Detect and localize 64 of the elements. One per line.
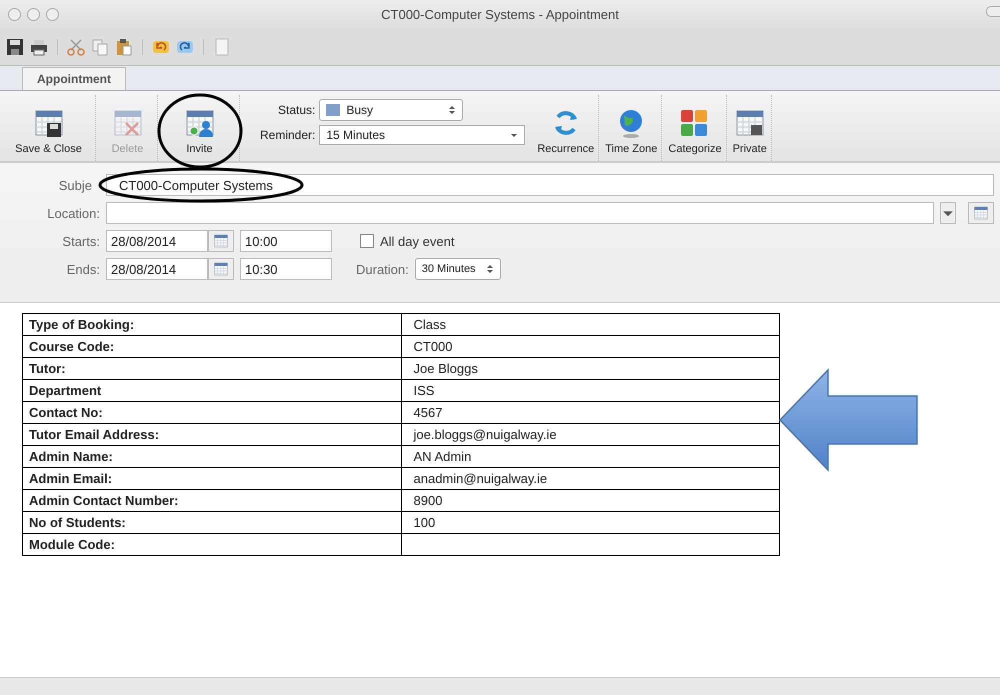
table-cell: 4567 [401,402,780,424]
date-field[interactable]: 28/08/2014 [106,258,208,280]
date-field[interactable]: 28/08/2014 [106,230,208,252]
ribbon-button[interactable]: Private [728,95,772,161]
ribbon-button[interactable]: Save & Close [2,95,96,161]
print-icon[interactable] [30,38,48,56]
status-label: Status: [277,103,316,117]
table-cell: Course Code: [22,336,401,358]
table-cell: Contact No: [22,402,401,424]
subject-field[interactable]: CT000-Computer Systems [106,174,994,196]
location-field[interactable] [106,202,934,224]
table-cell: Joe Bloggs [401,358,780,380]
calendar-button[interactable] [208,258,234,280]
close-button[interactable] [8,8,21,20]
calendar-icon [213,261,229,277]
all-day-checkbox[interactable] [360,234,374,248]
table-cell: 100 [401,512,780,534]
table-cell: ISS [401,380,780,402]
ribbon-button[interactable]: Time Zone [601,95,662,161]
table-cell: Department [22,380,401,402]
status-dropdown[interactable]: Busy [319,99,464,121]
stepper-arrows-icon [448,105,456,115]
stepper-arrows-icon [486,264,494,274]
address-book-button[interactable] [968,202,994,224]
table-cell: AN Admin [401,446,780,468]
calendar-icon [973,205,989,221]
copy-icon[interactable] [91,38,109,56]
table-cell: Admin Name: [22,446,401,468]
cut-icon[interactable] [67,38,85,56]
table-cell: Class [401,314,780,336]
ribbon-button[interactable]: Recurrence [533,95,600,161]
table-cell: Admin Email: [22,468,401,490]
time-field[interactable]: 10:30 [240,258,332,280]
duration-label: Duration: [356,262,409,276]
ribbon-button[interactable]: Categorize [664,95,727,161]
toolbar-toggle-button[interactable] [986,6,1000,17]
table-cell: anadmin@nuigalway.ie [401,468,780,490]
table-cell: joe.bloggs@nuigalway.ie [401,424,780,446]
save-icon[interactable] [6,38,24,56]
window-title: CT000-Computer Systems - Appointment [381,6,619,22]
table-cell: Tutor: [22,358,401,380]
duration-dropdown[interactable]: 30 Minutes [414,258,501,280]
table-cell: Module Code: [22,534,401,556]
calendar-icon [213,233,229,249]
paste-icon[interactable] [115,38,133,56]
reminder-dropdown[interactable]: 15 Minutes [319,125,526,145]
table-cell: 8900 [401,490,780,512]
start-label: Starts: [61,234,100,248]
dropdown-button[interactable] [940,202,956,224]
calendar-button[interactable] [208,230,234,252]
table-cell: CT000 [401,336,780,358]
zoom-button[interactable] [46,8,59,20]
table-cell: Tutor Email Address: [22,424,401,446]
table-cell: No of Students: [22,512,401,534]
reminder-label: Reminder: [260,128,316,142]
table-cell: Admin Contact Number: [22,490,401,512]
time-field[interactable]: 10:00 [240,230,332,252]
minimize-button[interactable] [27,8,40,20]
all-day-label: All day event [380,234,454,248]
table-cell: Type of Booking: [22,314,401,336]
location-label: Location: [46,206,100,220]
ribbon-tab[interactable]: Appointment [22,67,126,90]
end-label: Ends: [66,262,100,276]
subject-label: Subje [58,178,92,192]
